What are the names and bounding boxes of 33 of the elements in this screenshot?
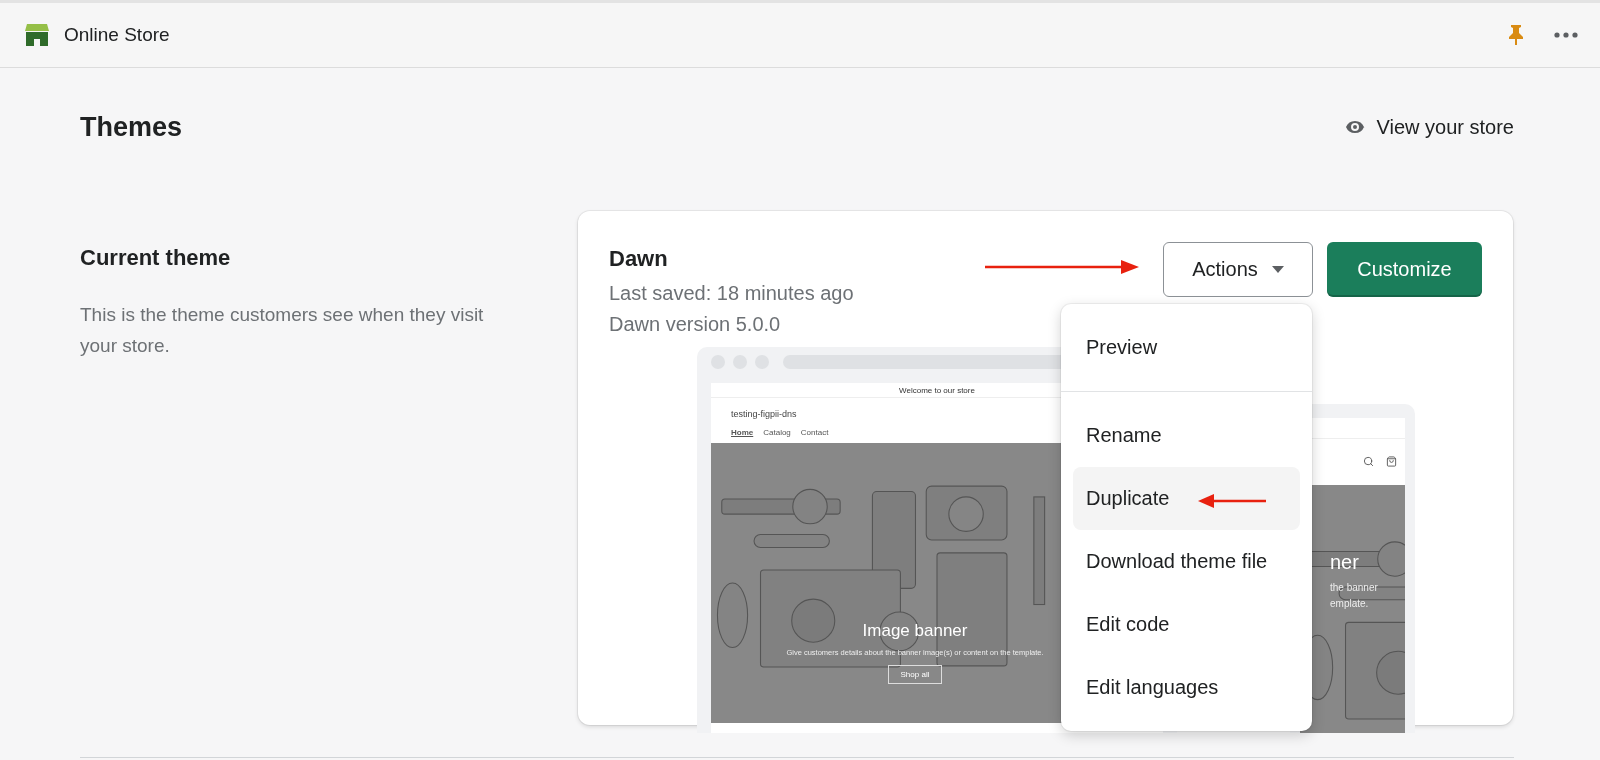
banner-text: emplate. [1330,597,1370,611]
menu-item[interactable]: Edit code [1073,593,1300,656]
caret-icon [1271,266,1284,273]
banner-title: Image banner [862,621,968,641]
page-title: Themes [80,111,183,143]
banner-text: the banner [1330,581,1378,595]
theme-name: Dawn [609,246,669,272]
menu-item[interactable]: Duplicate [1073,467,1300,530]
theme-version-text: Dawn version 5.0.0 [609,312,782,337]
store-name: testing-figpii-dns [730,408,798,419]
search-icon [1363,456,1374,467]
app-title: Online Store [64,24,171,46]
announcement-text: Welcome to our store [899,385,975,395]
menu-item[interactable]: Preview [1073,316,1300,379]
menu-item[interactable]: Rename [1073,404,1300,467]
section-description: This is the theme customers see when they visit your store. [80,303,485,358]
actions-button[interactable]: Actions [1163,242,1313,297]
last-saved-text: Last saved: 18 minutes ago [609,281,854,306]
shop-all-button[interactable]: Shop all [887,665,943,684]
more-icon[interactable] [1554,32,1578,38]
menu-item[interactable]: Edit languages [1073,656,1300,719]
menu-item[interactable]: Download theme file [1073,530,1300,593]
store-nav-link[interactable]: Contact [800,428,829,437]
pin-icon[interactable] [1508,24,1524,46]
annotation-arrow [1198,494,1266,508]
store-nav-link[interactable]: Home [731,428,754,437]
store-nav-link[interactable]: Catalog [763,428,791,437]
banner-title: ner [1330,551,1360,574]
view-store-link[interactable]: View your store [1342,115,1514,139]
section-heading: Current theme [80,245,232,271]
store-logo-icon [24,22,50,48]
customize-button[interactable]: Customize [1327,242,1482,297]
bag-icon [1386,456,1397,467]
